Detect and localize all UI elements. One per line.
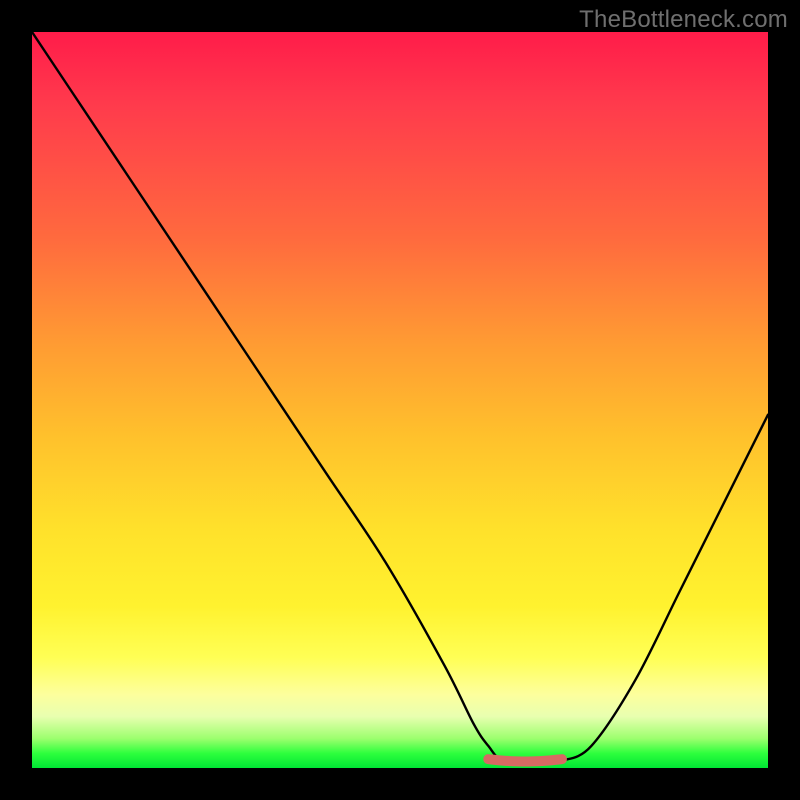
watermark-text: TheBottleneck.com bbox=[579, 6, 788, 34]
chart-svg bbox=[32, 32, 768, 768]
chart-frame: TheBottleneck.com bbox=[0, 0, 800, 800]
flat-highlight-segment bbox=[488, 759, 562, 761]
primary-curve bbox=[32, 32, 768, 762]
chart-plot-area bbox=[32, 32, 768, 768]
